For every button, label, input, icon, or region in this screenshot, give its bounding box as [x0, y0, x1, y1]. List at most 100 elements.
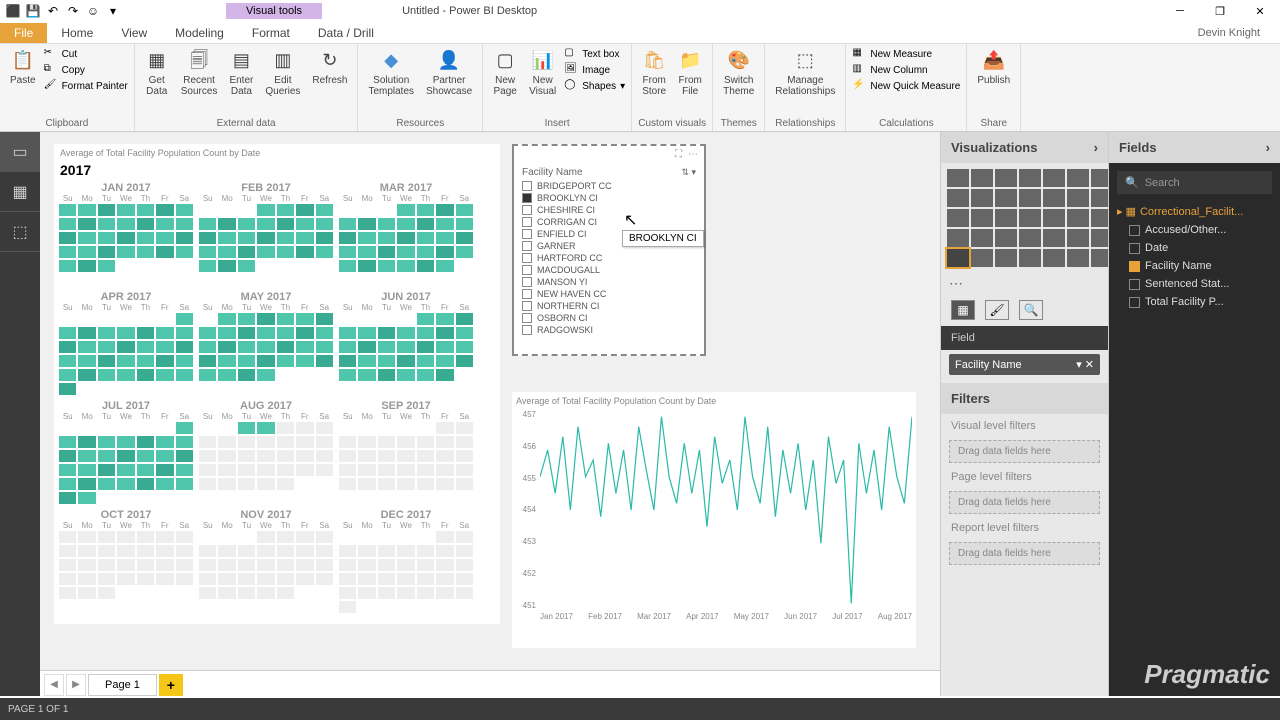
format-tab-icon[interactable]: 🖌 — [985, 300, 1009, 320]
viz-type-icon[interactable] — [1019, 209, 1041, 227]
undo-icon[interactable]: ↶ — [46, 4, 60, 18]
fields-tab-icon[interactable]: ▦ — [951, 300, 975, 320]
paste-button[interactable]: 📋Paste — [6, 47, 40, 88]
search-input[interactable]: 🔍 Search — [1117, 171, 1272, 194]
add-page-button[interactable]: + — [159, 674, 183, 696]
refresh-button[interactable]: ↻Refresh — [308, 47, 351, 88]
redo-icon[interactable]: ↷ — [66, 4, 80, 18]
slicer-list[interactable]: BRIDGEPORT CCBROOKLYN CICHESHIRE CICORRI… — [514, 180, 704, 336]
viz-type-icon[interactable] — [971, 209, 993, 227]
slicer-item[interactable]: BRIDGEPORT CC — [522, 180, 696, 192]
smile-icon[interactable]: ☺ — [86, 4, 100, 18]
switch-theme-button[interactable]: 🎨Switch Theme — [719, 47, 758, 99]
viz-type-icon[interactable] — [1067, 169, 1089, 187]
slicer-item[interactable]: RADGOWSKI — [522, 324, 696, 336]
field-entry[interactable]: Date — [1109, 239, 1280, 257]
get-data-button[interactable]: ▦Get Data — [141, 47, 173, 99]
viz-type-icon[interactable] — [947, 249, 969, 267]
viz-type-icon[interactable] — [971, 249, 993, 267]
viz-type-icon[interactable] — [995, 189, 1017, 207]
viz-gallery[interactable] — [941, 163, 1108, 273]
viz-type-icon[interactable] — [971, 169, 993, 187]
viz-type-icon[interactable] — [947, 189, 969, 207]
viz-type-icon[interactable] — [995, 209, 1017, 227]
close-button[interactable]: ✕ — [1250, 5, 1270, 18]
field-entry[interactable]: Facility Name — [1109, 257, 1280, 275]
recent-sources-button[interactable]: 🗐Recent Sources — [177, 47, 222, 99]
field-entry[interactable]: Accused/Other... — [1109, 221, 1280, 239]
viz-type-icon[interactable] — [1019, 169, 1041, 187]
viz-type-icon[interactable] — [971, 189, 993, 207]
maximize-button[interactable]: ❐ — [1210, 5, 1230, 18]
plf-dropzone[interactable]: Drag data fields here — [949, 491, 1100, 514]
viz-type-icon[interactable] — [971, 229, 993, 247]
viz-type-icon[interactable] — [1043, 229, 1065, 247]
viz-type-icon[interactable] — [1043, 209, 1065, 227]
new-page-button[interactable]: ▢New Page — [489, 47, 521, 99]
textbox-button[interactable]: ▢Text box — [564, 47, 625, 61]
viz-type-icon[interactable] — [1019, 229, 1041, 247]
viz-type-icon[interactable] — [947, 209, 969, 227]
slicer-item[interactable]: MACDOUGALL — [522, 264, 696, 276]
more-options-icon[interactable]: ⋯ — [688, 149, 698, 160]
user-name[interactable]: Devin Knight — [1198, 27, 1280, 39]
viz-type-icon[interactable] — [1067, 249, 1089, 267]
model-view-icon[interactable]: ⬚ — [0, 212, 40, 252]
field-entry[interactable]: Sentenced Stat... — [1109, 275, 1280, 293]
tab-format[interactable]: Format — [238, 23, 304, 43]
slicer-item[interactable]: CHESHIRE CI — [522, 204, 696, 216]
table-entry[interactable]: ▸ ▦ Correctional_Facilit... — [1109, 202, 1280, 221]
from-file-button[interactable]: 📁From File — [674, 47, 706, 99]
slicer-item[interactable]: OSBORN CI — [522, 312, 696, 324]
tab-datadrill[interactable]: Data / Drill — [304, 23, 388, 43]
shapes-button[interactable]: ◯Shapes ▾ — [564, 79, 625, 93]
viz-type-icon[interactable] — [1043, 249, 1065, 267]
collapse-icon[interactable]: › — [1094, 140, 1098, 155]
slicer-visual[interactable]: ⛶ ⋯ Facility Name⇅ ▾ BRIDGEPORT CCBROOKL… — [512, 144, 706, 356]
enter-data-button[interactable]: ▤Enter Data — [225, 47, 257, 99]
tab-view[interactable]: View — [107, 23, 161, 43]
viz-type-icon[interactable] — [995, 249, 1017, 267]
publish-button[interactable]: 📤Publish — [973, 47, 1014, 88]
viz-type-icon[interactable] — [1019, 189, 1041, 207]
slicer-item[interactable]: NEW HAVEN CC — [522, 288, 696, 300]
manage-relationships-button[interactable]: ⬚Manage Relationships — [771, 47, 839, 99]
data-view-icon[interactable]: ▦ — [0, 172, 40, 212]
field-well[interactable]: Facility Name▾ ✕ — [949, 354, 1100, 375]
focus-mode-icon[interactable]: ⛶ — [675, 149, 682, 160]
analytics-tab-icon[interactable]: 🔍 — [1019, 300, 1043, 320]
viz-type-icon[interactable] — [1019, 249, 1041, 267]
viz-type-icon[interactable] — [995, 229, 1017, 247]
dropdown-icon[interactable]: ▾ — [106, 4, 120, 18]
page-tab-1[interactable]: Page 1 — [88, 674, 157, 696]
viz-type-icon[interactable] — [1067, 189, 1089, 207]
solution-templates-button[interactable]: ◆Solution Templates — [364, 47, 418, 99]
viz-type-icon[interactable] — [1043, 169, 1065, 187]
vlf-dropzone[interactable]: Drag data fields here — [949, 440, 1100, 463]
partner-showcase-button[interactable]: 👤Partner Showcase — [422, 47, 476, 99]
viz-type-icon[interactable] — [995, 169, 1017, 187]
slicer-item[interactable]: HARTFORD CC — [522, 252, 696, 264]
image-button[interactable]: 🖼Image — [564, 63, 625, 77]
tab-home[interactable]: Home — [47, 23, 107, 43]
report-canvas[interactable]: Average of Total Facility Population Cou… — [40, 132, 940, 696]
slicer-item[interactable]: MANSON YI — [522, 276, 696, 288]
format-painter-button[interactable]: 🖌Format Painter — [44, 79, 128, 93]
viz-type-icon[interactable] — [1067, 209, 1089, 227]
minimize-button[interactable]: ─ — [1170, 5, 1190, 18]
viz-type-icon[interactable] — [947, 169, 969, 187]
viz-type-icon[interactable] — [1043, 189, 1065, 207]
slicer-item[interactable]: NORTHERN CI — [522, 300, 696, 312]
new-quick-measure-button[interactable]: ⚡New Quick Measure — [852, 79, 960, 93]
calendar-visual[interactable]: Average of Total Facility Population Cou… — [54, 144, 500, 624]
save-icon[interactable]: 💾 — [26, 4, 40, 18]
from-store-button[interactable]: 🛍From Store — [638, 47, 670, 99]
slicer-item[interactable]: CORRIGAN CI — [522, 216, 696, 228]
field-entry[interactable]: Total Facility P... — [1109, 293, 1280, 311]
sort-icon[interactable]: ⇅ ▾ — [681, 167, 696, 178]
cut-button[interactable]: ✂Cut — [44, 47, 128, 61]
file-tab[interactable]: File — [0, 23, 47, 43]
report-view-icon[interactable]: ▭ — [0, 132, 40, 172]
slicer-item[interactable]: BROOKLYN CI — [522, 192, 696, 204]
next-page-button[interactable]: ▶ — [66, 674, 86, 696]
